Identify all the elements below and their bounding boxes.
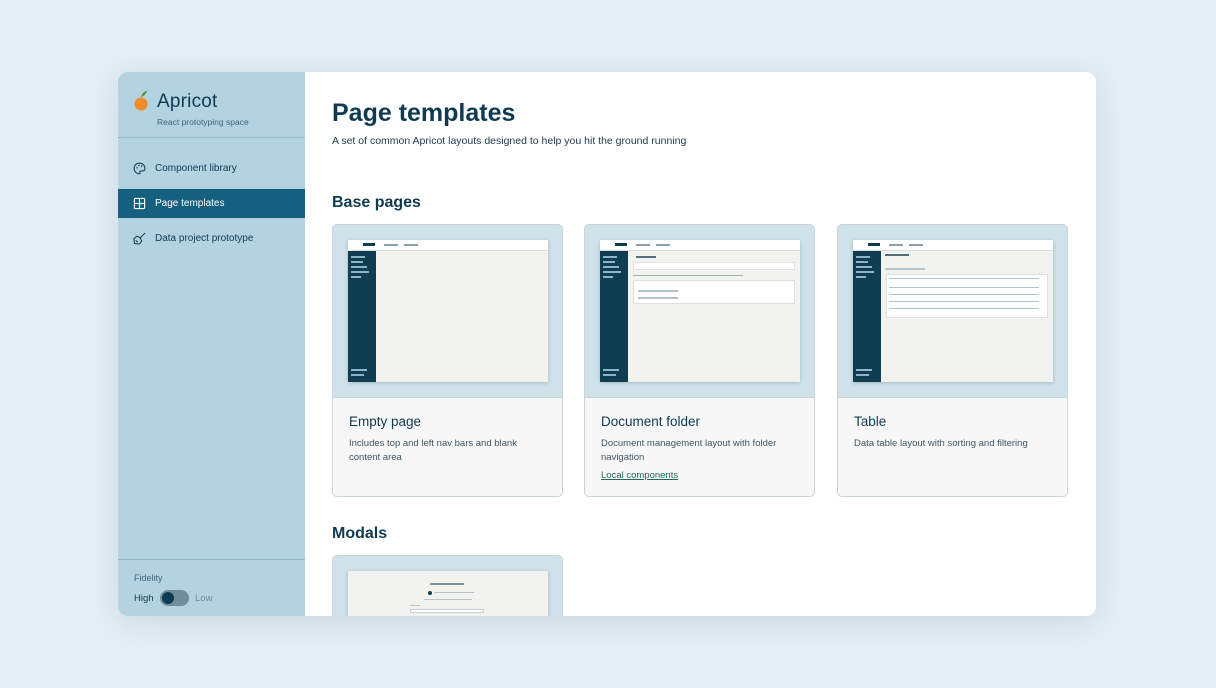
thumbnail-preview: [600, 240, 800, 382]
toggle-knob: [162, 592, 174, 604]
card-title: Empty page: [349, 414, 422, 429]
template-card-document-folder[interactable]: Document folder Document management layo…: [584, 224, 815, 497]
sidebar-item-data-project-prototype[interactable]: Data project prototype: [118, 224, 305, 253]
sidebar: Apricot React prototyping space Componen…: [118, 72, 305, 616]
sidebar-item-label: Component library: [155, 163, 237, 174]
section-title-base-pages: Base pages: [332, 194, 421, 211]
sidebar-item-component-library[interactable]: Component library: [118, 154, 305, 183]
card-thumbnail: [333, 556, 562, 616]
app-name: Apricot: [157, 91, 218, 112]
template-card-modal[interactable]: [332, 555, 563, 616]
sidebar-item-label: Data project prototype: [155, 233, 254, 244]
template-card-empty-page[interactable]: Empty page Includes top and left nav bar…: [332, 224, 563, 497]
broom-icon: [133, 232, 146, 245]
thumbnail-preview: [348, 240, 548, 382]
page-description: A set of common Apricot layouts designed…: [332, 135, 687, 147]
card-title: Table: [854, 414, 887, 429]
card-thumbnail: [333, 225, 562, 398]
palette-icon: [133, 162, 146, 175]
sidebar-nav: Component library Page templates Data pr…: [118, 154, 305, 259]
card-description: Data table layout with sorting and filte…: [854, 438, 1028, 449]
thumbnail-preview: [348, 571, 548, 616]
main-content: Page templates A set of common Apricot l…: [305, 72, 1096, 616]
page-title: Page templates: [332, 99, 516, 127]
card-thumbnail: [838, 225, 1067, 398]
fidelity-control: Fidelity High Low: [118, 559, 305, 616]
local-components-link[interactable]: Local components: [601, 470, 678, 481]
card-description: Document management layout with folder n…: [601, 438, 777, 463]
grid-icon: [133, 197, 146, 210]
template-card-table[interactable]: Table Data table layout with sorting and…: [837, 224, 1068, 497]
fidelity-high-label: High: [134, 593, 154, 604]
card-thumbnail: [585, 225, 814, 398]
app-tagline: React prototyping space: [157, 117, 249, 127]
thumbnail-preview: [853, 240, 1053, 382]
fidelity-low-label: Low: [195, 593, 213, 604]
sidebar-item-page-templates[interactable]: Page templates: [118, 189, 305, 218]
app-window: Apricot React prototyping space Componen…: [118, 72, 1096, 616]
fidelity-toggle[interactable]: [160, 590, 189, 606]
apricot-logo-icon: [134, 91, 148, 111]
sidebar-item-label: Page templates: [155, 198, 225, 209]
card-description: Includes top and left nav bars and blank…: [349, 438, 517, 463]
card-title: Document folder: [601, 414, 701, 429]
fidelity-title: Fidelity: [134, 573, 163, 583]
brand: Apricot React prototyping space: [118, 72, 305, 138]
section-title-modals: Modals: [332, 525, 388, 542]
